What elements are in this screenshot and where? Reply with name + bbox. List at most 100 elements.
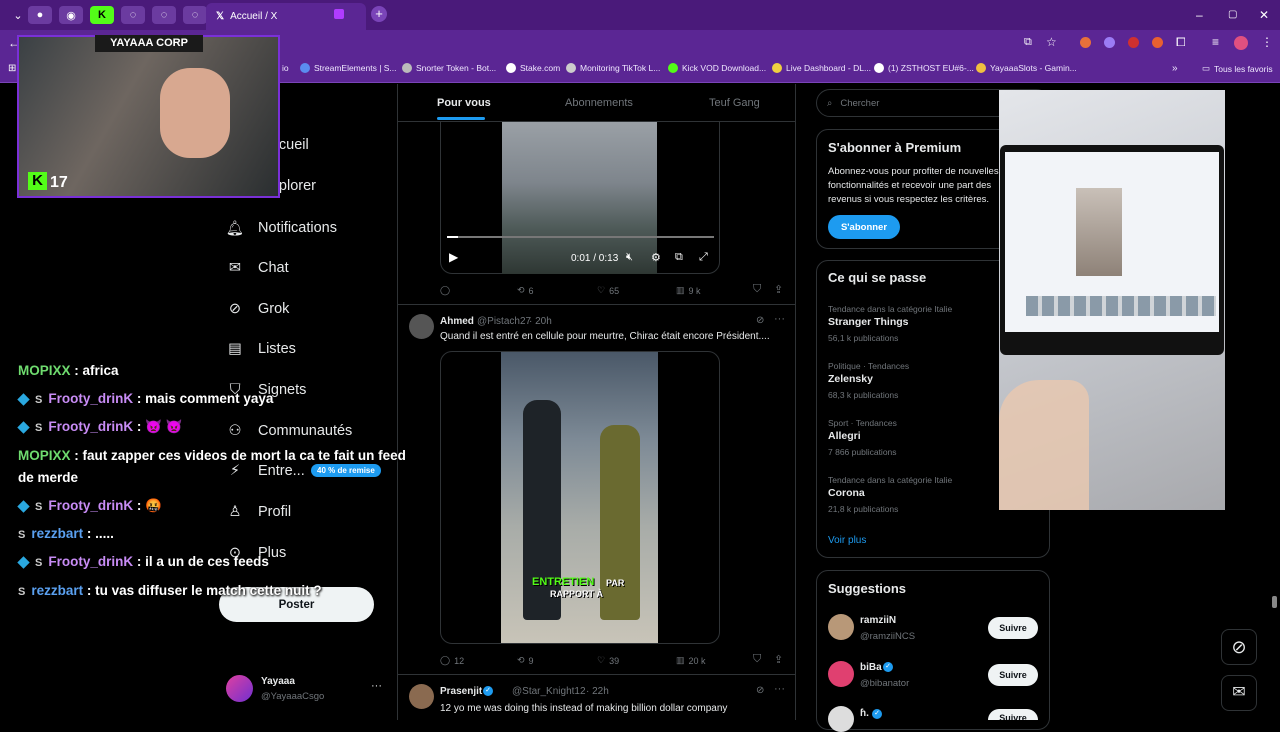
bookmark-post-icon[interactable]: ⛉ xyxy=(753,653,761,666)
pinned-tab-icon[interactable]: ◌ xyxy=(152,6,176,24)
show-more-link[interactable]: Voir plus xyxy=(828,535,866,546)
mute-icon[interactable]: 🔇︎ xyxy=(626,251,633,264)
post-more-icon[interactable]: ··· xyxy=(774,683,785,695)
trend-item[interactable]: Corona xyxy=(828,487,865,499)
extension-icon[interactable] xyxy=(1104,37,1115,48)
nav-communities[interactable]: ⚇ Communautés xyxy=(226,422,353,440)
settings-icon[interactable]: ⚙ xyxy=(651,251,661,264)
pinned-tab-icon[interactable]: ◉ xyxy=(59,6,83,24)
pinned-tab-icon[interactable]: ◌ xyxy=(121,6,145,24)
post-avatar[interactable] xyxy=(409,314,434,339)
bookmark-item[interactable]: (1) ZSTHOST EU#6-... xyxy=(874,63,974,73)
like-button[interactable]: ♡ 39 xyxy=(597,655,619,666)
apps-icon[interactable]: ⊞ xyxy=(8,63,16,74)
suggestion-avatar[interactable] xyxy=(828,614,854,640)
trend-item[interactable]: Stranger Things xyxy=(828,316,909,328)
bookmark-item[interactable]: YayaaaSlots - Gamin... xyxy=(976,63,1077,73)
menu-icon[interactable]: ⋮ xyxy=(1261,35,1273,49)
repost-button[interactable]: ⟲ 6 xyxy=(517,285,534,296)
bookmark-post-icon[interactable]: ⛉ xyxy=(753,283,761,296)
tab-teuf-gang[interactable]: Teuf Gang xyxy=(709,97,760,109)
bookmark-partial[interactable]: io xyxy=(282,63,289,73)
account-avatar[interactable] xyxy=(226,675,253,702)
pinned-tab-icon[interactable]: ◌ xyxy=(183,6,207,24)
suggestion-name[interactable]: ɦ. xyxy=(860,708,869,719)
nav-grok[interactable]: ⊘ Grok xyxy=(226,300,290,318)
video-progress-track[interactable] xyxy=(447,236,714,238)
bookmark-item[interactable]: Stake.com xyxy=(506,63,560,73)
pip-icon[interactable]: ⧉ xyxy=(675,251,683,264)
suggestion-handle[interactable]: @ramziiNCS xyxy=(860,631,915,642)
suggestion-name[interactable]: ramziiN xyxy=(860,615,896,626)
post-time[interactable]: · 22h xyxy=(586,686,609,697)
trend-item[interactable]: Allegri xyxy=(828,430,861,442)
post-author-name[interactable]: Prasenjit xyxy=(440,686,482,697)
pinned-tab-icon[interactable]: ● xyxy=(28,6,52,24)
bookmark-item[interactable]: Live Dashboard - DL... xyxy=(772,63,871,73)
nav-lists[interactable]: ▤ Listes xyxy=(226,340,296,358)
trend-item[interactable]: Zelensky xyxy=(828,373,873,385)
grok-post-icon[interactable]: ⊘ xyxy=(756,685,764,696)
follow-button[interactable]: Suivre xyxy=(988,664,1038,686)
kick-tab-icon[interactable]: K xyxy=(90,6,114,24)
fullscreen-icon[interactable]: ⤢ xyxy=(699,251,708,264)
bookmark-item[interactable]: Kick VOD Download... xyxy=(668,63,766,73)
post-author-name[interactable]: Ahmed xyxy=(440,316,474,327)
more-bookmarks-chevron-icon[interactable]: » xyxy=(1172,63,1178,74)
suggestion-handle[interactable]: @bibanator xyxy=(860,678,909,689)
nav-notifications[interactable]: 🔔︎ Notifications xyxy=(226,219,337,237)
bookmark-item[interactable]: Monitoring TikTok L... xyxy=(566,63,660,73)
reply-button[interactable]: ◯ 12 xyxy=(440,655,464,666)
post-author-handle[interactable]: @Pistach27 xyxy=(477,316,531,327)
nav-chat[interactable]: ✉ Chat xyxy=(226,259,289,277)
extension-icon[interactable] xyxy=(1128,37,1139,48)
repost-button[interactable]: ⟲ 9 xyxy=(517,655,534,666)
play-icon[interactable]: ▶ xyxy=(449,250,458,264)
share-icon[interactable]: ⇪ xyxy=(774,653,783,666)
video-content[interactable] xyxy=(502,122,657,274)
suggestion-name[interactable]: biBa xyxy=(860,662,882,673)
profile-avatar[interactable] xyxy=(1234,36,1248,50)
views-icon: ▥ xyxy=(676,285,685,295)
scrollbar-thumb[interactable] xyxy=(1272,596,1277,608)
tab-following[interactable]: Abonnements xyxy=(565,97,633,109)
suggestion-avatar[interactable] xyxy=(828,661,854,687)
minimize-button[interactable]: – xyxy=(1196,8,1203,22)
sub-badge-icon: S xyxy=(18,529,26,541)
grok-float-button[interactable]: ⊘ xyxy=(1221,629,1257,665)
tab-for-you[interactable]: Pour vous xyxy=(437,97,491,109)
close-window-button[interactable]: ✕ xyxy=(1259,8,1269,22)
person-icon: ♙ xyxy=(228,504,242,520)
maximize-button[interactable]: ▢ xyxy=(1228,9,1237,20)
grok-icon: ⊘ xyxy=(228,301,242,317)
tab-menu-chevron-icon[interactable]: ⌄ xyxy=(6,6,30,24)
account-menu-icon[interactable]: ··· xyxy=(371,680,382,692)
views-button[interactable]: ▥ 9 k xyxy=(676,285,701,296)
subscribe-button[interactable]: S'abonner xyxy=(828,215,900,239)
post-author-handle[interactable]: @Star_Knight12 xyxy=(512,686,586,697)
share-icon[interactable]: ⇪ xyxy=(774,283,783,296)
install-icon[interactable]: ⧉ xyxy=(1024,36,1032,49)
reply-button[interactable]: ◯ xyxy=(440,285,454,296)
post-more-icon[interactable]: ··· xyxy=(774,313,785,325)
follow-button[interactable]: Suivre xyxy=(988,709,1038,720)
messages-float-button[interactable]: ✉ xyxy=(1221,675,1257,711)
like-button[interactable]: ♡ 65 xyxy=(597,285,619,296)
post-avatar[interactable] xyxy=(409,684,434,709)
all-bookmarks-folder[interactable]: ▭ Tous les favoris xyxy=(1202,63,1273,74)
grok-post-icon[interactable]: ⊘ xyxy=(756,315,764,326)
extension-icon[interactable] xyxy=(1080,37,1091,48)
extension-icon[interactable] xyxy=(1152,37,1163,48)
nav-profile[interactable]: ♙ Profil xyxy=(226,503,292,521)
follow-button[interactable]: Suivre xyxy=(988,617,1038,639)
post-time[interactable]: · 20h xyxy=(529,316,552,327)
new-tab-button[interactable]: + xyxy=(371,6,387,22)
nav-business[interactable]: ⚡︎ Entre... xyxy=(226,462,305,480)
bookmark-item[interactable]: StreamElements | S... xyxy=(300,63,397,73)
bookmark-star-icon[interactable]: ☆ xyxy=(1046,35,1057,49)
suggestion-avatar[interactable] xyxy=(828,706,854,732)
views-button[interactable]: ▥ 20 k xyxy=(676,655,706,666)
reading-list-icon[interactable]: ≡ xyxy=(1212,35,1219,49)
bookmark-item[interactable]: Snorter Token - Bot... xyxy=(402,63,496,73)
extensions-puzzle-icon[interactable]: ⧠ xyxy=(1176,35,1186,50)
